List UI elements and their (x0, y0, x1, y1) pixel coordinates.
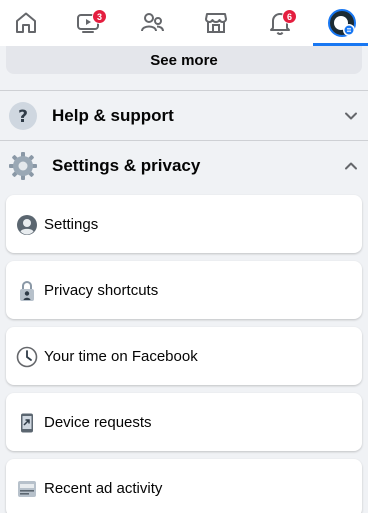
chevron-up-icon (345, 162, 357, 170)
user-circle-icon (17, 215, 37, 235)
home-icon (16, 12, 36, 33)
recent-ad-activity-label: Recent ad activity (44, 479, 163, 497)
recent-ad-activity-item[interactable]: Recent ad activity (6, 459, 362, 513)
nav-marketplace-tab[interactable] (190, 0, 242, 46)
nav-notifications-tab[interactable]: 6 (254, 0, 306, 46)
nav-watch-tab[interactable]: 3 (62, 0, 114, 46)
menu-screen: 3 6 See more ? Help & support Settings &… (0, 0, 368, 513)
svg-text:?: ? (18, 107, 28, 127)
friends-icon (141, 13, 164, 32)
clock-icon (16, 346, 38, 368)
notifications-badge: 6 (282, 9, 297, 24)
see-more-button[interactable]: See more (6, 46, 362, 74)
see-more-area: See more (0, 46, 368, 92)
privacy-shortcuts-item[interactable]: Privacy shortcuts (6, 261, 362, 319)
lock-person-icon (20, 280, 34, 301)
help-support-label: Help & support (52, 106, 174, 125)
time-on-facebook-label: Your time on Facebook (44, 347, 198, 365)
nav-friends-tab[interactable] (126, 0, 178, 46)
gear-icon (9, 152, 37, 180)
marketplace-icon (205, 13, 227, 33)
nav-home-tab[interactable] (0, 0, 52, 46)
help-support-section[interactable]: ? Help & support (0, 91, 368, 141)
time-on-facebook-item[interactable]: Your time on Facebook (6, 327, 362, 385)
privacy-shortcuts-label: Privacy shortcuts (44, 281, 159, 299)
nav-menu-tab[interactable] (316, 0, 368, 46)
ad-activity-icon (18, 481, 36, 497)
device-requests-label: Device requests (44, 413, 152, 431)
settings-item-label: Settings (44, 215, 99, 233)
settings-item[interactable]: Settings (6, 195, 362, 253)
question-icon: ? (9, 102, 37, 130)
device-requests-item[interactable]: Device requests (6, 393, 362, 451)
profile-avatar-icon (328, 9, 356, 37)
chevron-down-icon (345, 112, 357, 120)
phone-device-icon (21, 413, 33, 433)
top-nav-bar: 3 6 (0, 0, 368, 46)
settings-privacy-label: Settings & privacy (52, 156, 201, 175)
watch-badge: 3 (92, 9, 107, 24)
settings-privacy-section[interactable]: Settings & privacy (0, 141, 368, 191)
